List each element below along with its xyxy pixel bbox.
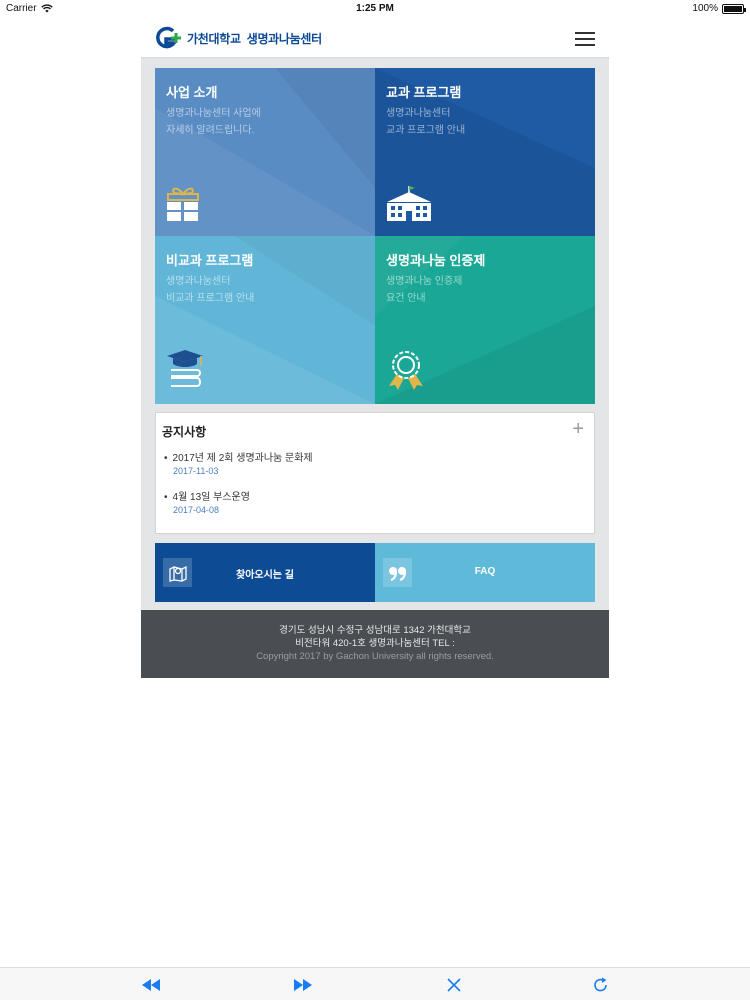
directions-label: 찾아오시는 길 — [236, 570, 294, 581]
school-building-icon — [387, 186, 431, 221]
hamburger-menu-button[interactable] — [575, 32, 595, 47]
close-button[interactable] — [444, 976, 464, 994]
menu-line — [575, 38, 595, 40]
site-logo[interactable]: 가천대학교 생명과나눔센터 — [153, 26, 322, 50]
fast-forward-icon — [294, 979, 312, 991]
tile-desc-line: 생명과나눔센터 — [386, 108, 451, 119]
tile-extracurricular-program[interactable]: 비교과 프로그램 생명과나눔센터 비교과 프로그램 안내 — [155, 236, 375, 404]
web-page: 가천대학교 생명과나눔센터 사업 소개 생명과나눔센터 사업에 자세히 알려드립니… — [141, 16, 609, 678]
tile-desc-line: 비교과 프로그램 안내 — [166, 293, 255, 304]
back-button[interactable] — [141, 976, 161, 994]
footer-contact: 비전타워 420-1호 생명과나눔센터 TEL : — [295, 638, 455, 649]
tile-desc-line: 자세히 알려드립니다. — [166, 125, 255, 136]
tile-description: 생명과나눔센터 비교과 프로그램 안내 — [166, 273, 366, 307]
notice-item-date: 2017-11-03 — [173, 466, 219, 476]
tile-certification[interactable]: 생명과나눔 인증제 생명과나눔 인증제 요건 안내 — [375, 236, 595, 404]
tile-desc-line: 교과 프로그램 안내 — [386, 125, 466, 136]
tile-description: 생명과나눔 인증제 요건 안내 — [386, 273, 586, 307]
notice-more-plus-icon[interactable]: + — [572, 419, 584, 439]
tile-curricular-program[interactable]: 교과 프로그램 생명과나눔센터 교과 프로그램 안내 — [375, 68, 595, 236]
notice-title: 공지사항 — [162, 425, 207, 439]
footer-copyright: Copyright 2017 by Gachon University all … — [256, 651, 494, 662]
tile-description: 생명과나눔센터 사업에 자세히 알려드립니다. — [166, 105, 366, 139]
menu-line — [575, 32, 595, 34]
battery-percent: 100% — [692, 3, 718, 14]
notice-item[interactable]: 2017년 제 2회 생명과나눔 문화제 2017-11-03 — [164, 449, 584, 476]
faq-label: FAQ — [474, 566, 496, 577]
battery-icon — [722, 3, 746, 14]
forward-button[interactable] — [293, 976, 313, 994]
browser-toolbar — [0, 967, 750, 1000]
status-bar: Carrier 1:25 PM 100% — [0, 0, 750, 16]
notice-item[interactable]: 4월 13일 부스운영 2017-04-08 — [164, 488, 584, 515]
graduation-cap-books-icon — [167, 350, 203, 387]
reload-button[interactable] — [591, 976, 611, 994]
directions-button[interactable]: 찾아오시는 길 — [155, 543, 375, 602]
menu-line — [575, 44, 595, 46]
tile-title: 사업 소개 — [166, 85, 218, 100]
tile-title: 교과 프로그램 — [386, 85, 462, 100]
menu-tiles: 사업 소개 생명과나눔센터 사업에 자세히 알려드립니다. 교과 프로그램 생명… — [155, 68, 595, 404]
notice-item-title: 2017년 제 2회 생명과나눔 문화제 — [164, 449, 584, 464]
gachon-logo-icon — [156, 26, 181, 49]
reload-icon — [594, 977, 607, 992]
tile-description: 생명과나눔센터 교과 프로그램 안내 — [386, 105, 586, 139]
status-right: 100% — [692, 3, 746, 14]
footer-address: 경기도 성남시 수정구 성남대로 1342 가천대학교 — [279, 625, 471, 636]
logo-text: 가천대학교 생명과나눔센터 — [187, 30, 322, 47]
notice-item-title: 4월 13일 부스운영 — [164, 488, 584, 503]
quick-actions: 찾아오시는 길 FAQ — [155, 543, 595, 602]
rewind-icon — [142, 979, 160, 991]
notice-board: 공지사항 + 2017년 제 2회 생명과나눔 문화제 2017-11-03 4… — [155, 412, 595, 534]
tile-title: 비교과 프로그램 — [166, 253, 254, 268]
tile-business-intro[interactable]: 사업 소개 생명과나눔센터 사업에 자세히 알려드립니다. — [155, 68, 375, 236]
faq-button[interactable]: FAQ — [375, 543, 595, 602]
tile-title: 생명과나눔 인증제 — [386, 253, 486, 268]
status-time: 1:25 PM — [356, 3, 394, 14]
site-header: 가천대학교 생명과나눔센터 — [141, 16, 609, 58]
award-badge-icon — [389, 351, 423, 390]
close-icon — [447, 978, 461, 992]
notice-item-date: 2017-04-08 — [173, 505, 220, 515]
logo-center-name: 생명과나눔센터 — [246, 31, 322, 46]
tile-desc-line: 생명과나눔센터 사업에 — [166, 108, 261, 119]
site-footer: 경기도 성남시 수정구 성남대로 1342 가천대학교 비전타워 420-1호 … — [141, 610, 609, 678]
notice-list: 2017년 제 2회 생명과나눔 문화제 2017-11-03 4월 13일 부… — [164, 449, 584, 527]
logo-university-name: 가천대학교 — [187, 31, 241, 46]
tile-desc-line: 생명과나눔 인증제 — [386, 276, 463, 287]
tile-desc-line: 생명과나눔센터 — [166, 276, 231, 287]
gift-icon — [167, 187, 199, 221]
tile-desc-line: 요건 안내 — [386, 293, 426, 304]
